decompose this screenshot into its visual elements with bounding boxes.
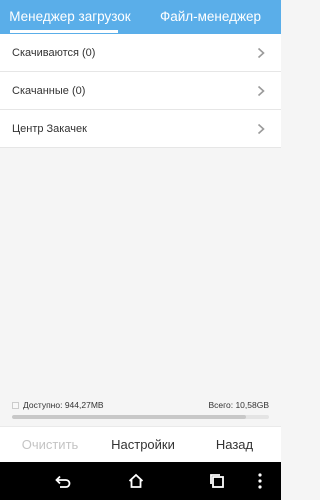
back-icon[interactable]	[52, 471, 72, 491]
top-tab-bar: Менеджер загрузок Файл-менеджер	[0, 0, 281, 34]
list-item-downloaded[interactable]: Скачанные (0)	[0, 72, 281, 110]
storage-available-text: Доступно: 944,27MB	[23, 400, 104, 410]
clear-button[interactable]: Очистить	[0, 427, 100, 463]
chevron-right-icon	[257, 123, 265, 135]
chevron-right-icon	[257, 47, 265, 59]
storage-usage-fill	[12, 415, 246, 419]
list-item-label: Скачиваются (0)	[12, 47, 96, 59]
list-item-label: Центр Закачек	[12, 123, 87, 135]
storage-total: Всего: 10,58GB	[208, 400, 269, 410]
settings-button[interactable]: Настройки	[94, 427, 192, 463]
storage-usage-bar	[12, 415, 269, 419]
more-icon[interactable]	[256, 471, 264, 491]
download-manager-screen: Менеджер загрузок Файл-менеджер Скачиваю…	[0, 0, 281, 500]
download-category-list: Скачиваются (0) Скачанные (0) Центр Зака…	[0, 34, 281, 148]
list-item-label: Скачанные (0)	[12, 85, 86, 97]
active-tab-indicator	[10, 30, 118, 33]
android-navigation-bar	[0, 462, 281, 500]
home-icon[interactable]	[126, 471, 146, 491]
storage-available: Доступно: 944,27MB	[12, 400, 104, 410]
chevron-right-icon	[257, 85, 265, 97]
list-item-download-center[interactable]: Центр Закачек	[0, 110, 281, 148]
storage-info: Доступно: 944,27MB Всего: 10,58GB	[0, 398, 281, 426]
storage-legend-swatch	[12, 401, 19, 409]
back-button[interactable]: Назад	[188, 427, 281, 463]
recents-icon[interactable]	[207, 471, 227, 491]
tab-file-manager[interactable]: Файл-менеджер	[140, 0, 281, 34]
tab-download-manager[interactable]: Менеджер загрузок	[0, 0, 140, 34]
bottom-action-bar: Очистить Настройки Назад	[0, 426, 281, 462]
list-item-downloading[interactable]: Скачиваются (0)	[0, 34, 281, 72]
